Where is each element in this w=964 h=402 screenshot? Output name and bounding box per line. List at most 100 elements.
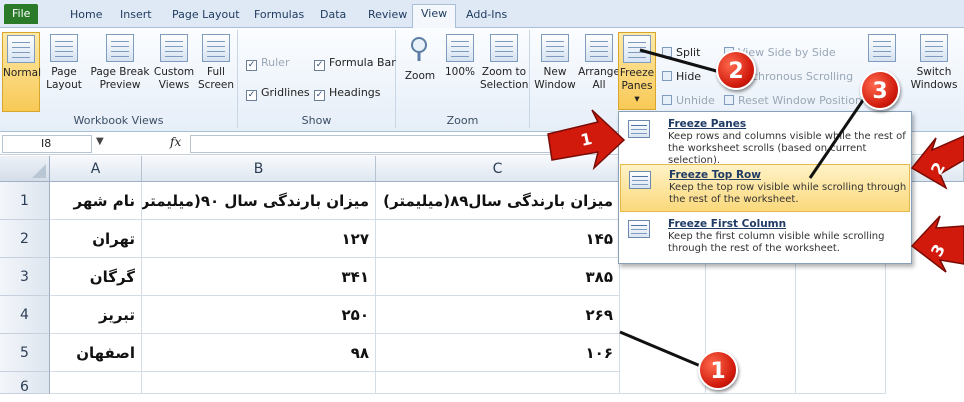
zoom-100-button[interactable]: 100% <box>440 32 480 79</box>
cell-a1[interactable]: نام شهر <box>50 182 142 220</box>
tab-formulas[interactable]: Formulas <box>246 6 312 28</box>
cell-a4[interactable]: تبریز <box>50 296 142 334</box>
custom-views-label-1: Custom <box>153 66 195 78</box>
cell-c1[interactable]: میزان بارندگی سال۸۹(میلیمتر) <box>376 182 620 220</box>
tab-page-layout[interactable]: Page Layout <box>164 6 248 28</box>
fx-icon[interactable]: fx <box>170 135 181 149</box>
cell-c4[interactable]: ۲۶۹ <box>376 296 620 334</box>
new-window-label-1: New <box>543 66 567 78</box>
cell-b6[interactable] <box>142 372 376 394</box>
cell-b3[interactable]: ۳۴۱ <box>142 258 376 296</box>
cell-b2[interactable]: ۱۲۷ <box>142 220 376 258</box>
badge-2: 2 <box>716 50 756 90</box>
row-header-2[interactable]: 2 <box>0 220 50 258</box>
new-window-label-2: Window <box>534 79 576 91</box>
gridlines-checkbox[interactable]: ✓ Gridlines <box>246 86 310 101</box>
page-break-label-1: Page Break <box>90 66 150 78</box>
row-header-4[interactable]: 4 <box>0 296 50 334</box>
page-break-preview-button[interactable]: Page Break Preview <box>88 32 152 92</box>
formula-bar-label: Formula Bar <box>329 56 396 69</box>
column-header-b[interactable]: B <box>142 156 376 182</box>
row-header-5[interactable]: 5 <box>0 334 50 372</box>
zoom-button[interactable]: Zoom <box>400 32 440 83</box>
cell-c5[interactable]: ۱۰۶ <box>376 334 620 372</box>
menu-item-freeze-panes[interactable]: Freeze Panes Keep rows and columns visib… <box>620 114 910 166</box>
cell-a2[interactable]: تهران <box>50 220 142 258</box>
select-all-corner[interactable] <box>0 156 50 182</box>
tab-data[interactable]: Data <box>312 6 354 28</box>
freeze-first-column-icon <box>628 220 650 238</box>
page-break-icon <box>106 34 134 62</box>
formula-input[interactable] <box>190 135 610 153</box>
cell-c6[interactable] <box>376 372 620 394</box>
row-header-3[interactable]: 3 <box>0 258 50 296</box>
full-screen-label-1: Full <box>207 66 225 78</box>
unhide-button[interactable]: Unhide <box>662 94 715 107</box>
reset-position-label: Reset Window Position <box>738 94 862 107</box>
arrange-label-2: All <box>592 79 606 91</box>
headings-label: Headings <box>329 86 381 99</box>
workbook-views-group-label: Workbook Views <box>73 114 164 127</box>
save-workspace-icon <box>868 34 896 62</box>
switch-windows-button[interactable]: Switch Windows <box>906 32 962 92</box>
full-screen-button[interactable]: Full Screen <box>196 32 236 92</box>
page-layout-button[interactable]: Page Layout <box>44 32 84 92</box>
normal-view-icon <box>7 35 35 63</box>
freeze-panes-menu-icon <box>628 120 650 138</box>
hide-button[interactable]: Hide <box>662 70 701 83</box>
menu-item-freeze-top-row[interactable]: Freeze Top Row Keep the top row visible … <box>620 164 910 212</box>
headings-checkbox[interactable]: ✓ Headings <box>314 86 381 101</box>
cell-c2[interactable]: ۱۴۵ <box>376 220 620 258</box>
full-screen-label-2: Screen <box>197 79 235 91</box>
cell-c3[interactable]: ۳۸۵ <box>376 258 620 296</box>
synchronous-scrolling-button[interactable]: chronous Scrolling <box>752 70 853 83</box>
switch-label-2: Windows <box>910 79 958 91</box>
chevron-down-icon: ▾ <box>634 93 640 105</box>
zoom-to-selection-button[interactable]: Zoom to Selection <box>480 32 528 92</box>
ruler-checkbox[interactable]: ✓ Ruler <box>246 56 289 71</box>
cell-a5[interactable]: اصفهان <box>50 334 142 372</box>
arrange-all-button[interactable]: Arrange All <box>578 32 620 92</box>
cell-b5[interactable]: ۹۸ <box>142 334 376 372</box>
column-header-a[interactable]: A <box>50 156 142 182</box>
freeze-first-column-desc: Keep the first column visible while scro… <box>668 231 885 254</box>
switch-windows-icon <box>920 34 948 62</box>
normal-view-button[interactable]: Normal <box>2 32 41 112</box>
zoom-label: Zoom <box>404 70 436 82</box>
cell-b1[interactable]: میزان بارندگی سال ۹۰(میلیمتر) <box>142 182 376 220</box>
group-workbook-views: Normal Page Layout Page Break Preview Cu… <box>0 30 238 128</box>
tab-insert[interactable]: Insert <box>112 6 160 28</box>
column-header-c[interactable]: C <box>376 156 620 182</box>
name-box-dropdown-icon[interactable]: ▼ <box>96 136 104 147</box>
zoom-selection-label-1: Zoom to <box>481 66 527 78</box>
freeze-top-row-desc: Keep the top row visible while scrolling… <box>669 182 907 205</box>
row-header-6[interactable]: 6 <box>0 372 50 395</box>
name-box[interactable]: I8 <box>2 135 92 153</box>
badge-3: 3 <box>860 70 900 110</box>
cell-a6[interactable] <box>50 372 142 394</box>
cell-a3[interactable]: گرگان <box>50 258 142 296</box>
row-header-1[interactable]: 1 <box>0 182 50 220</box>
hide-label: Hide <box>676 70 702 83</box>
custom-views-icon <box>160 34 188 62</box>
tab-file[interactable]: File <box>4 4 39 24</box>
menu-item-freeze-first-column[interactable]: Freeze First Column Keep the first colum… <box>620 214 910 262</box>
formula-bar-checkbox[interactable]: ✓ Formula Bar <box>314 56 396 71</box>
custom-views-button[interactable]: Custom Views <box>152 32 196 92</box>
split-button[interactable]: Split <box>662 46 700 59</box>
freeze-top-row-icon <box>629 171 651 189</box>
freeze-panes-title: Freeze Panes <box>668 118 747 130</box>
unhide-label: Unhide <box>676 94 715 107</box>
show-group-label: Show <box>301 114 332 127</box>
reset-window-position-button[interactable]: Reset Window Position <box>724 94 862 107</box>
tab-view[interactable]: View <box>412 4 457 29</box>
tab-review[interactable]: Review <box>360 6 415 28</box>
cell-b4[interactable]: ۲۵۰ <box>142 296 376 334</box>
new-window-button[interactable]: New Window <box>532 32 578 92</box>
tab-home[interactable]: Home <box>62 6 110 28</box>
freeze-label-1: Freeze <box>619 67 655 79</box>
tab-add-ins[interactable]: Add-Ins <box>458 6 515 28</box>
new-window-icon <box>541 34 569 62</box>
freeze-panes-button[interactable]: Freeze Panes ▾ <box>618 32 656 110</box>
split-label: Split <box>676 46 701 59</box>
